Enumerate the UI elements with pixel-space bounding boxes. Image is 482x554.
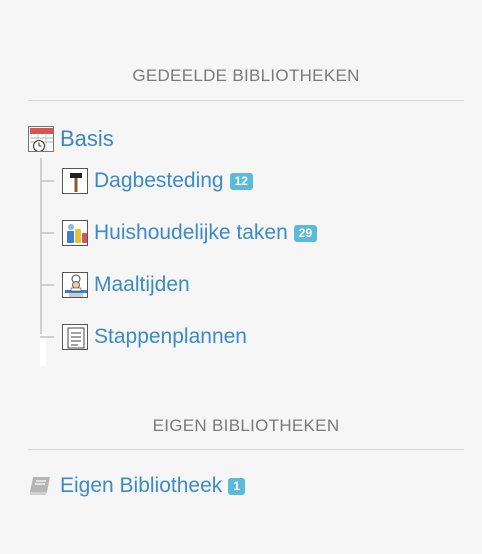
- shared-libraries-heading: GEDEELDE BIBLIOTHEKEN: [132, 66, 360, 85]
- library-item-maaltijden[interactable]: Maaltijden: [40, 270, 190, 300]
- tree-branch: [40, 180, 54, 182]
- count-badge: 1: [228, 477, 245, 495]
- calendar-clock-icon: [28, 126, 54, 152]
- tree-branch: [40, 336, 54, 338]
- checklist-icon: [62, 324, 88, 350]
- count-badge: 29: [293, 224, 318, 242]
- library-item-stappenplannen[interactable]: Stappenplannen: [40, 322, 247, 352]
- library-item-label[interactable]: Dagbesteding: [94, 169, 224, 193]
- book-icon: [28, 474, 54, 498]
- library-root-label[interactable]: Basis: [60, 126, 114, 152]
- library-item-eigen-bibliotheek[interactable]: Eigen Bibliotheek 1: [28, 472, 245, 500]
- count-badge: 12: [229, 172, 253, 190]
- library-item-huishoudelijke-taken[interactable]: Huishoudelijke taken 29: [40, 218, 318, 248]
- library-item-label[interactable]: Stappenplannen: [94, 325, 247, 349]
- library-item-label[interactable]: Huishoudelijke taken: [94, 221, 288, 245]
- tree-branch: [40, 232, 54, 234]
- tree-branch: [40, 284, 54, 286]
- library-item-label[interactable]: Eigen Bibliotheek: [60, 474, 222, 498]
- divider: [28, 100, 464, 101]
- hammer-icon: [62, 168, 88, 194]
- cleaning-supplies-icon: [62, 220, 88, 246]
- library-item-label[interactable]: Maaltijden: [94, 273, 190, 297]
- library-item-dagbesteding[interactable]: Dagbesteding 12: [40, 166, 253, 196]
- own-libraries-heading: EIGEN BIBLIOTHEKEN: [152, 416, 340, 435]
- chef-icon: [62, 272, 88, 298]
- library-root-basis[interactable]: Basis: [28, 124, 114, 154]
- divider: [28, 449, 464, 450]
